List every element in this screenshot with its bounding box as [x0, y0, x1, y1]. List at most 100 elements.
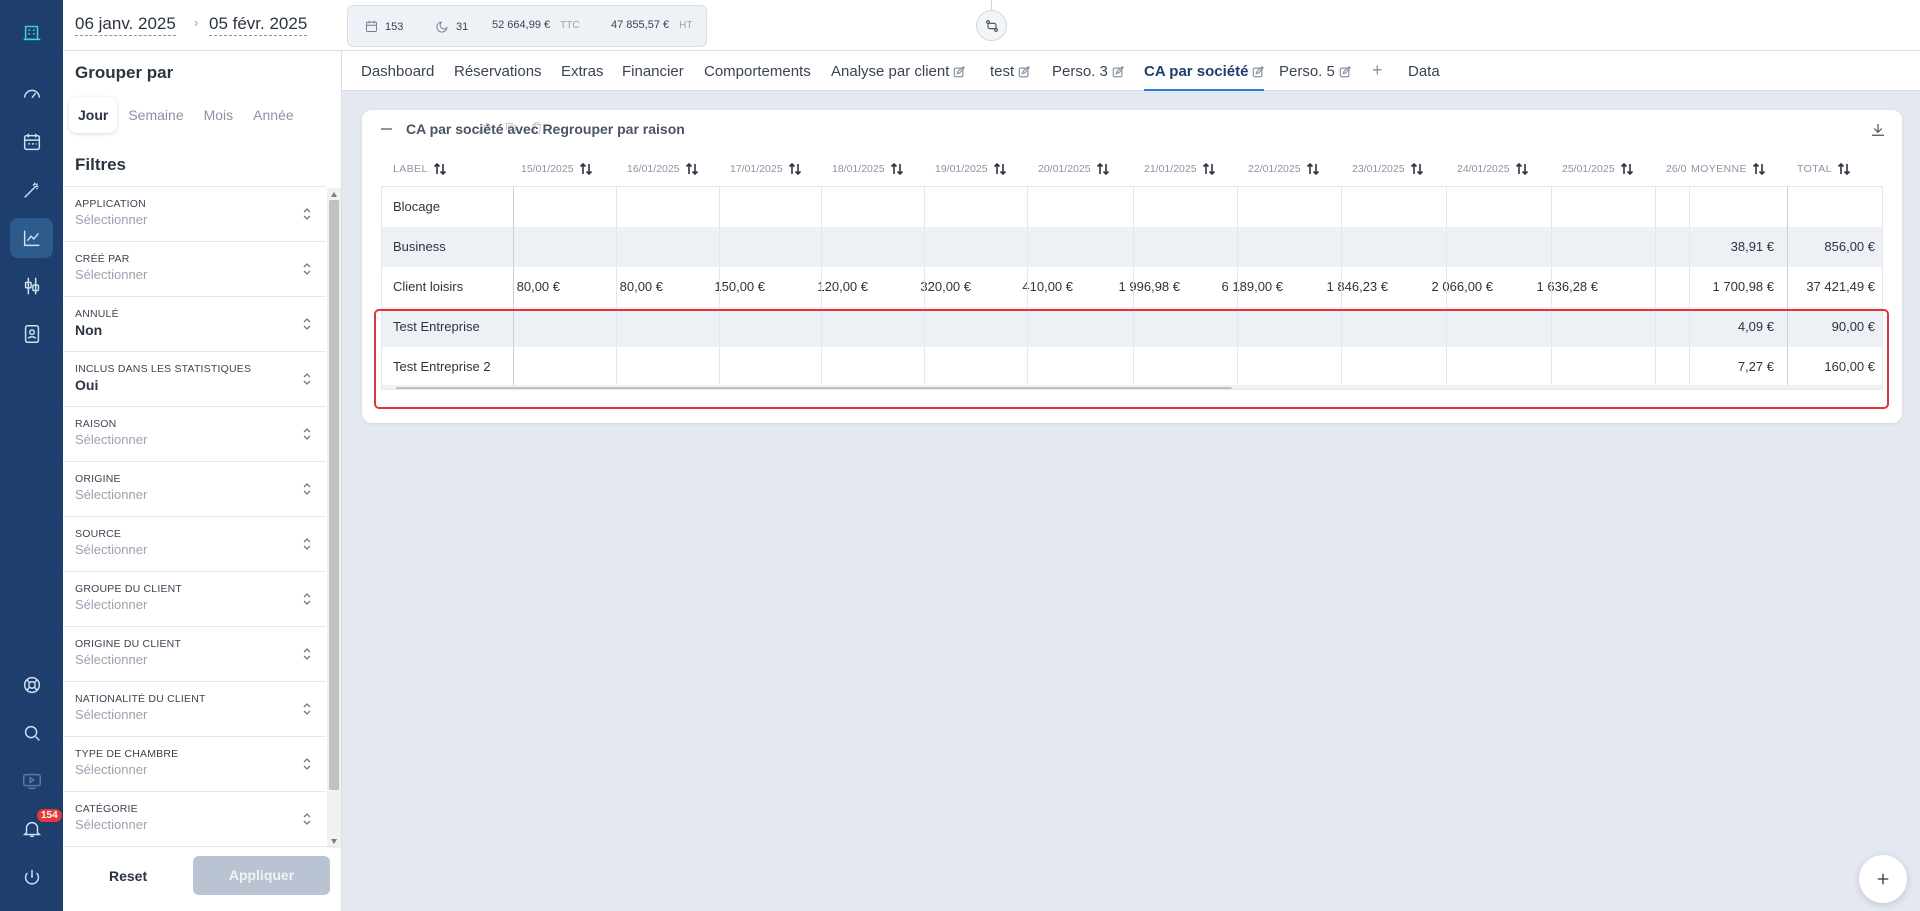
column-header-date[interactable]: 19/01/2025 — [935, 162, 1007, 176]
date-end-picker[interactable]: 05 févr. 2025 — [209, 14, 308, 36]
filter-label: ORIGINE — [75, 473, 121, 485]
sort-icon[interactable] — [1515, 162, 1529, 176]
sort-icon[interactable] — [1620, 162, 1634, 176]
tab-label: Perso. 3 — [1052, 63, 1108, 80]
sort-icon[interactable] — [788, 162, 802, 176]
sort-icon[interactable] — [1752, 162, 1766, 176]
sliders-icon[interactable] — [0, 264, 63, 308]
filter-label: ANNULÉ — [75, 308, 119, 320]
column-header-date[interactable]: 22/01/2025 — [1248, 162, 1320, 176]
column-header-date[interactable]: 16/01/2025 — [627, 162, 699, 176]
filter-select[interactable]: RAISON Sélectionner — [63, 407, 326, 462]
calendar-icon[interactable] — [0, 120, 63, 164]
help-lifebuoy-icon[interactable] — [0, 663, 63, 707]
column-header-date[interactable]: 17/01/2025 — [730, 162, 802, 176]
sort-icon[interactable] — [579, 162, 593, 176]
reset-button[interactable]: Reset — [109, 868, 147, 884]
column-divider — [924, 187, 925, 389]
tab-r-servations[interactable]: Réservations — [454, 63, 542, 80]
filter-select[interactable]: ANNULÉ Non — [63, 297, 326, 352]
group-by-day[interactable]: Jour — [69, 97, 118, 133]
sort-icon[interactable] — [1306, 162, 1320, 176]
column-header-label: 25/01/2025 — [1562, 163, 1615, 175]
column-divider — [1133, 187, 1134, 389]
tab-comportements[interactable]: Comportements — [704, 63, 811, 80]
tab-data[interactable]: Data — [1408, 63, 1440, 80]
sort-icon[interactable] — [1837, 162, 1851, 176]
apply-button[interactable]: Appliquer — [193, 856, 330, 895]
tab-ca-par-soci-t-[interactable]: CA par société — [1144, 63, 1265, 91]
logo-icon[interactable] — [0, 10, 63, 54]
column-header-date[interactable]: 15/01/2025 — [521, 162, 593, 176]
column-header-date[interactable]: 24/01/2025 — [1457, 162, 1529, 176]
scroll-up-arrow[interactable] — [331, 192, 337, 197]
sort-icon[interactable] — [993, 162, 1007, 176]
dashboard-gauge-icon[interactable] — [0, 72, 63, 116]
column-header-label-col[interactable]: LABEL — [393, 162, 447, 176]
tab-analyse-par-client[interactable]: Analyse par client — [831, 63, 966, 80]
tab-financier[interactable]: Financier — [622, 63, 684, 80]
column-header-date[interactable]: 21/01/2025 — [1144, 162, 1216, 176]
table-horizontal-scrollbar[interactable] — [382, 385, 1882, 390]
tab-label: Extras — [561, 63, 604, 80]
scrollbar-thumb[interactable] — [396, 387, 1232, 389]
sort-icon[interactable] — [1410, 162, 1424, 176]
date-start-picker[interactable]: 06 janv. 2025 — [75, 14, 176, 36]
screen-play-icon[interactable] — [0, 759, 63, 803]
chevron-up-down-icon — [303, 318, 311, 330]
sort-icon[interactable] — [1096, 162, 1110, 176]
tab-perso-5[interactable]: Perso. 5 — [1279, 63, 1351, 80]
magic-wand-icon[interactable] — [0, 168, 63, 212]
statistics-chart-icon[interactable] — [0, 216, 63, 260]
column-header-date[interactable]: 25/01/2025 — [1562, 162, 1634, 176]
add-tab-button[interactable]: + — [1372, 60, 1383, 81]
row-label: Client loisirs — [393, 279, 464, 294]
filter-select[interactable]: TYPE DE CHAMBRE Sélectionner — [63, 737, 326, 792]
contact-card-icon[interactable] — [0, 312, 63, 356]
column-header-date[interactable]: 26/0 — [1666, 162, 1686, 176]
compare-button[interactable] — [976, 10, 1007, 41]
sort-icon[interactable] — [433, 162, 447, 176]
column-header-total[interactable]: TOTAL — [1797, 162, 1851, 176]
edit-tab-icon[interactable] — [1252, 65, 1265, 78]
edit-tab-icon[interactable] — [953, 65, 966, 78]
sort-icon[interactable] — [890, 162, 904, 176]
scroll-down-arrow[interactable] — [331, 839, 337, 844]
filter-select[interactable]: SOURCE Sélectionner — [63, 517, 326, 572]
scroll-right-arrow[interactable] — [1875, 389, 1880, 390]
group-by-month[interactable]: Mois — [195, 97, 243, 133]
download-icon[interactable] — [1869, 121, 1887, 139]
column-header-date[interactable]: 20/01/2025 — [1038, 162, 1110, 176]
edit-tab-icon[interactable] — [1339, 65, 1351, 78]
edit-tab-icon[interactable] — [1018, 65, 1031, 78]
filter-select[interactable]: GROUPE DU CLIENT Sélectionner — [63, 572, 326, 627]
scroll-left-arrow[interactable] — [386, 389, 391, 390]
filters-scrollbar[interactable] — [327, 188, 341, 848]
sort-icon[interactable] — [1202, 162, 1216, 176]
group-by-week[interactable]: Semaine — [119, 97, 192, 133]
tab-extras[interactable]: Extras — [561, 63, 604, 80]
search-icon[interactable] — [0, 711, 63, 755]
notifications-bell-icon[interactable]: 154 — [0, 807, 63, 851]
collapse-icon[interactable] — [381, 128, 392, 130]
tab-test[interactable]: test — [990, 63, 1031, 80]
tab-perso-3[interactable]: Perso. 3 — [1052, 63, 1124, 80]
filter-select[interactable]: ORIGINE Sélectionner — [63, 462, 326, 517]
filter-select[interactable]: NATIONALITÉ DU CLIENT Sélectionner — [63, 682, 326, 737]
filter-select[interactable]: CRÉÉ PAR Sélectionner — [63, 242, 326, 297]
tab-dashboard[interactable]: Dashboard — [361, 63, 434, 80]
chevron-up-down-icon — [303, 428, 311, 440]
sort-icon[interactable] — [685, 162, 699, 176]
filter-select[interactable]: ORIGINE DU CLIENT Sélectionner — [63, 627, 326, 682]
filter-select[interactable]: CATÉGORIE Sélectionner — [63, 792, 326, 841]
edit-tab-icon[interactable] — [1112, 65, 1124, 78]
column-header-date[interactable]: 18/01/2025 — [832, 162, 904, 176]
column-header-date[interactable]: 23/01/2025 — [1352, 162, 1424, 176]
filter-select[interactable]: INCLUS DANS LES STATISTIQUES Oui — [63, 352, 326, 407]
filter-select[interactable]: APPLICATION Sélectionner — [63, 187, 326, 242]
group-by-year[interactable]: Année — [244, 97, 302, 133]
scrollbar-thumb[interactable] — [329, 200, 339, 790]
add-widget-button[interactable] — [1859, 855, 1907, 903]
power-logout-icon[interactable] — [0, 856, 63, 900]
column-header-average[interactable]: MOYENNE — [1691, 162, 1766, 176]
